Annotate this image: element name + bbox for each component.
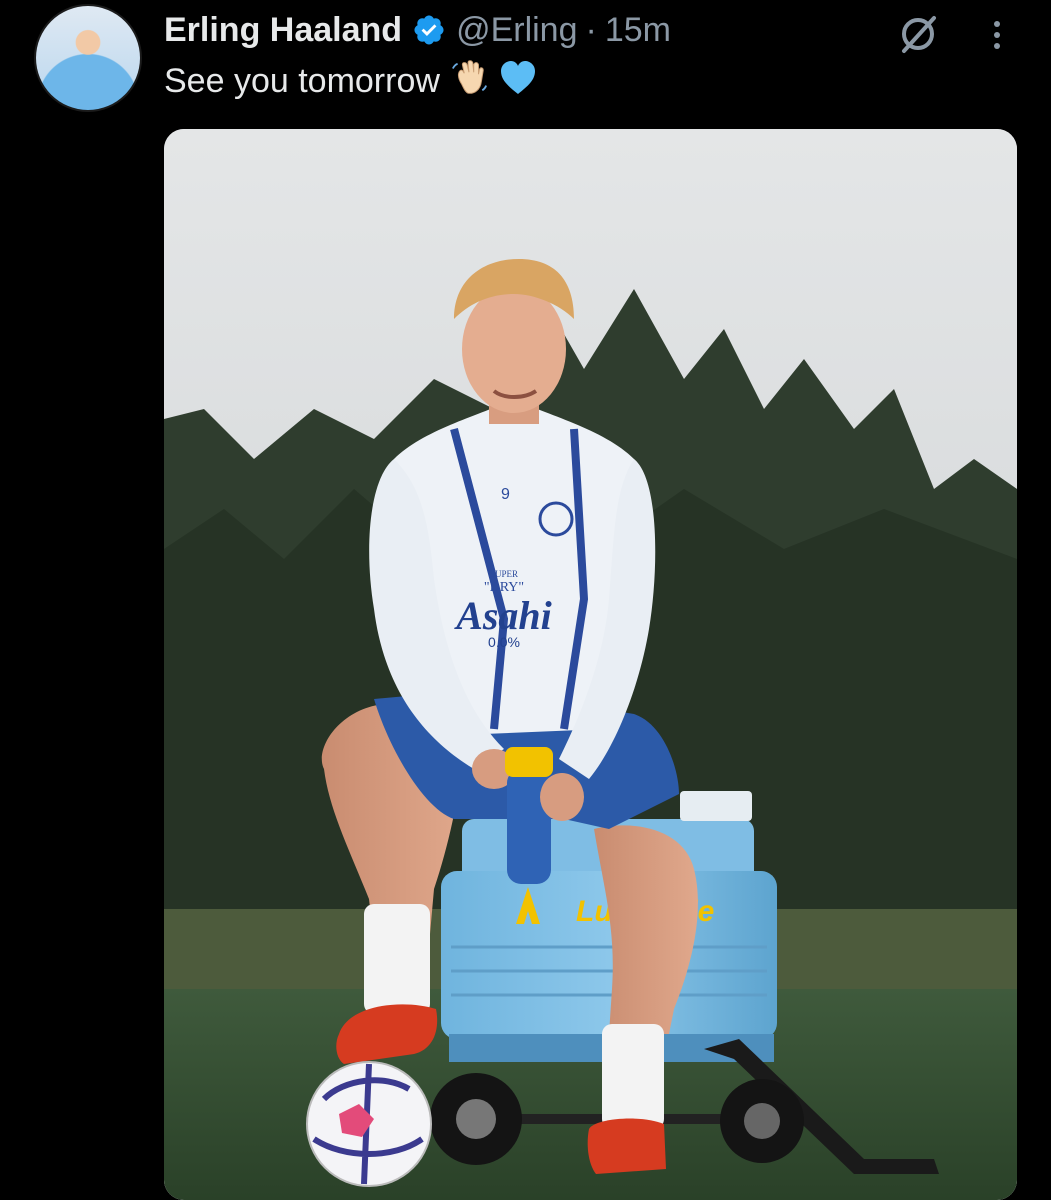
tweet-text: See you tomorrow [164, 58, 538, 104]
timestamp[interactable]: 15m [605, 11, 671, 50]
waving-hand-icon [450, 59, 488, 103]
author-name[interactable]: Erling Haaland [164, 11, 402, 50]
author-avatar[interactable] [36, 6, 140, 110]
separator-dot: · [585, 10, 597, 49]
football [306, 1061, 432, 1187]
tweet-header: Erling Haaland @Erling · 15m [164, 8, 671, 52]
photo-canvas: Lucozade [164, 129, 1017, 1200]
club-crest-icon [538, 501, 574, 537]
more-vertical-icon[interactable] [985, 12, 1009, 58]
sponsor-sub: 0.0% [488, 634, 520, 650]
sponsor-small: SUPER [490, 569, 518, 579]
tweet: Erling Haaland @Erling · 15m See you tom… [0, 0, 1051, 1200]
sponsor-main: Asahi [453, 593, 552, 638]
tweet-text-content: See you tomorrow [164, 61, 440, 100]
light-blue-heart-icon [498, 58, 538, 104]
author-handle[interactable]: @Erling [456, 11, 577, 50]
jersey-number: 9 [501, 486, 510, 503]
verified-badge-icon[interactable] [412, 13, 446, 47]
grok-icon[interactable] [897, 13, 939, 55]
tweet-photo[interactable]: Lucozade [164, 129, 1017, 1200]
